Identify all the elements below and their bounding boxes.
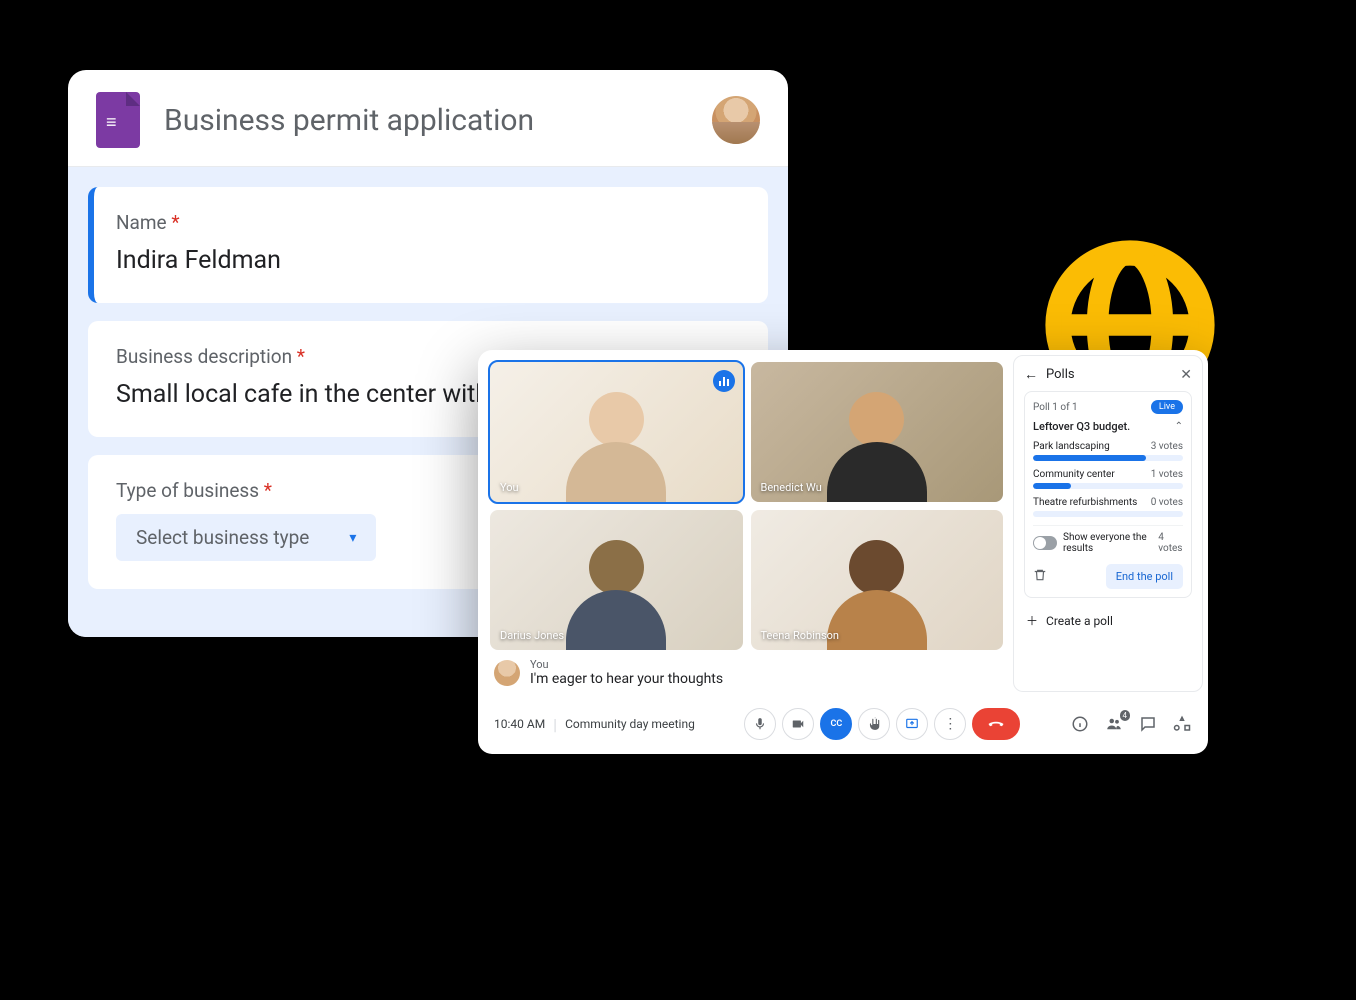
- poll-bar: [1033, 455, 1146, 461]
- mic-button[interactable]: [744, 708, 776, 740]
- activities-icon[interactable]: [1172, 714, 1192, 734]
- polls-title: Polls: [1046, 367, 1075, 382]
- people-icon[interactable]: 4: [1104, 714, 1124, 734]
- tile-name: Darius Jones: [500, 629, 564, 642]
- caption-row: You I'm eager to hear your thoughts: [490, 650, 1003, 687]
- chevron-down-icon: ▾: [349, 530, 356, 546]
- caption-speaker: You: [530, 658, 723, 671]
- total-votes: 4 votes: [1158, 532, 1183, 554]
- select-placeholder: Select business type: [136, 526, 309, 549]
- camera-button[interactable]: [782, 708, 814, 740]
- poll-option-name: Community center: [1033, 469, 1115, 480]
- meeting-time: 10:40 AM: [494, 717, 545, 731]
- delete-poll-icon[interactable]: [1033, 568, 1047, 586]
- poll-option[interactable]: Park landscaping 3 votes: [1033, 441, 1183, 461]
- end-poll-button[interactable]: End the poll: [1106, 564, 1183, 589]
- polls-panel: ← Polls ✕ Poll 1 of 1 Live Leftover Q3 b…: [1013, 355, 1203, 692]
- show-results-label: Show everyone the results: [1063, 532, 1152, 554]
- tile-name: Teena Robinson: [761, 629, 840, 642]
- live-badge: Live: [1151, 400, 1183, 414]
- poll-results-toggle-row: Show everyone the results 4 votes: [1033, 525, 1183, 554]
- name-input[interactable]: Indira Feldman: [116, 246, 740, 275]
- video-tile[interactable]: Benedict Wu: [751, 362, 1004, 502]
- poll-bar: [1033, 483, 1071, 489]
- create-poll-button[interactable]: ＋ Create a poll: [1024, 606, 1192, 635]
- video-tile[interactable]: Darius Jones: [490, 510, 743, 650]
- close-icon[interactable]: ✕: [1180, 367, 1192, 383]
- captions-button[interactable]: CC: [820, 708, 852, 740]
- poll-option-name: Theatre refurbishments: [1033, 497, 1137, 508]
- create-poll-label: Create a poll: [1046, 614, 1113, 628]
- info-icon[interactable]: [1070, 714, 1090, 734]
- back-arrow-icon[interactable]: ←: [1024, 366, 1038, 383]
- forms-header: ≡ Business permit application: [68, 70, 788, 167]
- end-call-button[interactable]: [972, 708, 1020, 740]
- poll-option-votes: 1 votes: [1151, 469, 1183, 480]
- video-grid: You Benedict Wu Darius Jones Teena Robin…: [490, 362, 1003, 650]
- question-label: Name *: [116, 211, 740, 234]
- user-avatar[interactable]: [712, 96, 760, 144]
- poll-bar-bg: [1033, 455, 1183, 461]
- form-title: Business permit application: [164, 103, 712, 138]
- tile-name: You: [500, 481, 519, 494]
- poll-option[interactable]: Community center 1 votes: [1033, 469, 1183, 489]
- poll-option[interactable]: Theatre refurbishments 0 votes: [1033, 497, 1183, 517]
- business-type-select[interactable]: Select business type ▾: [116, 514, 376, 561]
- poll-question: Leftover Q3 budget.: [1033, 420, 1130, 433]
- meeting-controls: CC ⋮: [744, 708, 1020, 740]
- caption-avatar: [494, 660, 520, 686]
- raise-hand-button[interactable]: [858, 708, 890, 740]
- chevron-up-icon: ⌃: [1175, 421, 1183, 432]
- tile-name: Benedict Wu: [761, 481, 822, 494]
- meet-main: You Benedict Wu Darius Jones Teena Robin…: [478, 350, 1013, 697]
- meet-window: You Benedict Wu Darius Jones Teena Robin…: [478, 350, 1208, 754]
- polls-header: ← Polls ✕: [1024, 366, 1192, 383]
- bar-right-icons: 4: [1070, 714, 1192, 734]
- poll-counter: Poll 1 of 1: [1033, 402, 1078, 413]
- poll-bar-bg: [1033, 511, 1183, 517]
- question-name[interactable]: Name * Indira Feldman: [88, 187, 768, 303]
- meet-bottom-bar: 10:40 AM | Community day meeting CC ⋮: [478, 697, 1208, 754]
- divider: |: [553, 715, 557, 734]
- poll-bar-bg: [1033, 483, 1183, 489]
- poll-option-votes: 0 votes: [1151, 497, 1183, 508]
- plus-icon: ＋: [1026, 612, 1038, 629]
- show-results-toggle[interactable]: [1033, 536, 1057, 550]
- google-forms-icon: ≡: [96, 92, 140, 148]
- video-tile[interactable]: Teena Robinson: [751, 510, 1004, 650]
- participant-count: 4: [1120, 710, 1131, 721]
- present-button[interactable]: [896, 708, 928, 740]
- more-options-button[interactable]: ⋮: [934, 708, 966, 740]
- poll-option-votes: 3 votes: [1151, 441, 1183, 452]
- chat-icon[interactable]: [1138, 714, 1158, 734]
- caption-text: I'm eager to hear your thoughts: [530, 671, 723, 687]
- poll-question-row[interactable]: Leftover Q3 budget. ⌃: [1033, 420, 1183, 433]
- meeting-name: Community day meeting: [565, 717, 695, 731]
- poll-card: Poll 1 of 1 Live Leftover Q3 budget. ⌃ P…: [1024, 391, 1192, 598]
- video-tile-you[interactable]: You: [490, 362, 743, 502]
- poll-indicator-icon: [713, 370, 735, 392]
- poll-option-name: Park landscaping: [1033, 441, 1110, 452]
